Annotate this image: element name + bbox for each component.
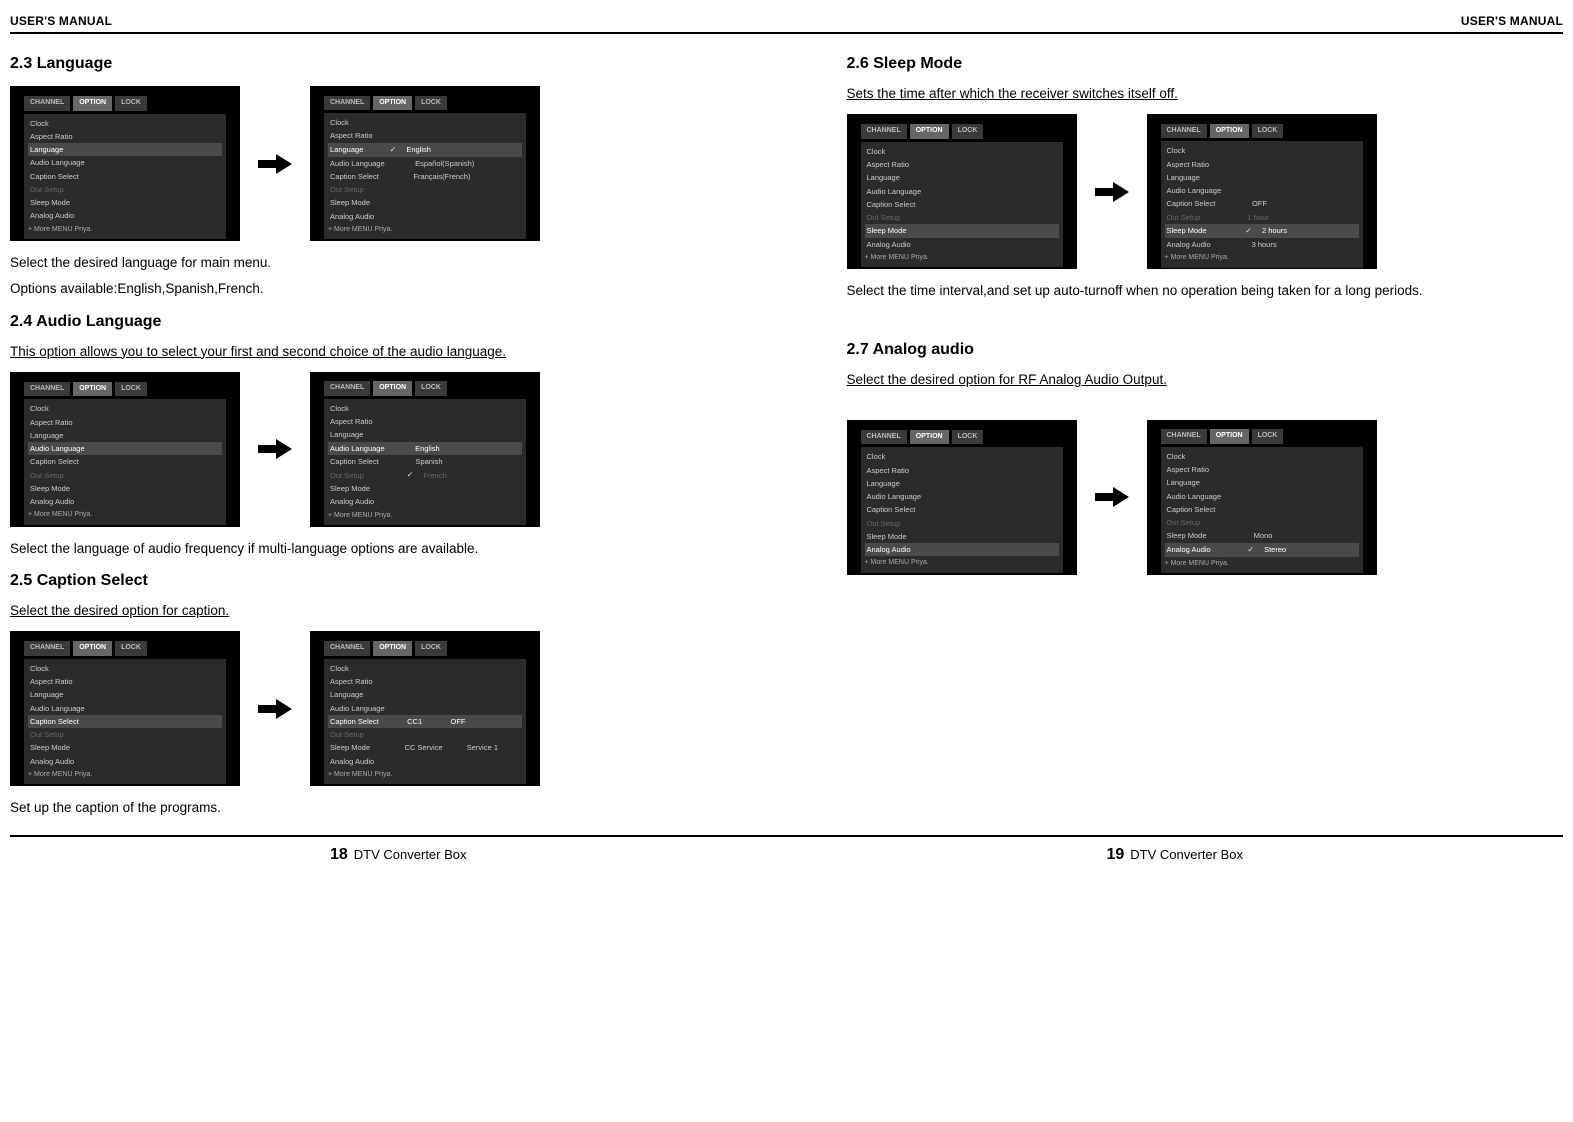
- screenshot-2-4-b: CHANNEL OPTION LOCK Clock Aspect Ratio L…: [310, 372, 540, 527]
- mi-clock: Clock: [28, 117, 222, 130]
- tab-option: OPTION: [73, 96, 112, 111]
- text-2-7-intro: Select the desired option for RF Analog …: [847, 370, 1564, 390]
- check-icon: ✓: [1245, 225, 1252, 237]
- tab-channel: CHANNEL: [24, 96, 70, 111]
- screenshot-2-7-a: CHANNEL OPTION LOCK Clock Aspect Ratio L…: [847, 420, 1077, 575]
- page-header: USER'S MANUAL USER'S MANUAL: [10, 12, 1563, 34]
- text-2-6-p1: Select the time interval,and set up auto…: [847, 281, 1564, 301]
- text-2-6-intro: Sets the time after which the receiver s…: [847, 84, 1564, 104]
- screenshot-2-5-b: CHANNEL OPTION LOCK Clock Aspect Ratio L…: [310, 631, 540, 786]
- mi-aspect: Aspect Ratio: [28, 130, 222, 143]
- page-footer: 18 DTV Converter Box 19 DTV Converter Bo…: [10, 835, 1563, 867]
- arrow-right-icon: [258, 153, 292, 175]
- section-2-6-title: 2.6 Sleep Mode: [847, 52, 1564, 76]
- fig-2-5-row: CHANNEL OPTION LOCK Clock Aspect Ratio L…: [10, 631, 727, 786]
- tab-lock: LOCK: [115, 96, 147, 111]
- arrow-right-icon: [258, 438, 292, 460]
- screenshot-2-3-b: CHANNEL OPTION LOCK Clock Aspect Ratio L…: [310, 86, 540, 241]
- section-2-7-title: 2.7 Analog audio: [847, 338, 1564, 362]
- page-columns: 2.3 Language CHANNEL OPTION LOCK Clock A…: [10, 42, 1563, 825]
- mi-sleep: Sleep Mode: [28, 196, 222, 209]
- header-left: USER'S MANUAL: [10, 12, 112, 30]
- header-right: USER'S MANUAL: [1461, 12, 1563, 30]
- section-2-5-title: 2.5 Caption Select: [10, 569, 727, 593]
- screenshot-2-6-b: CHANNEL OPTION LOCK Clock Aspect Ratio L…: [1147, 114, 1377, 269]
- arrow-right-icon: [258, 698, 292, 720]
- text-2-3-p1: Select the desired language for main men…: [10, 253, 727, 273]
- text-2-5-intro: Select the desired option for caption.: [10, 601, 727, 621]
- fig-2-4-row: CHANNEL OPTION LOCK Clock Aspect Ratio L…: [10, 372, 727, 527]
- section-2-4-title: 2.4 Audio Language: [10, 310, 727, 334]
- screenshot-2-6-a: CHANNEL OPTION LOCK Clock Aspect Ratio L…: [847, 114, 1077, 269]
- fig-2-3-row: CHANNEL OPTION LOCK Clock Aspect Ratio L…: [10, 86, 727, 241]
- arrow-right-icon: [1095, 486, 1129, 508]
- check-icon: ✓: [407, 469, 414, 481]
- section-2-3-title: 2.3 Language: [10, 52, 727, 76]
- fig-2-6-row: CHANNEL OPTION LOCK Clock Aspect Ratio L…: [847, 114, 1564, 269]
- arrow-right-icon: [1095, 181, 1129, 203]
- mi-analog: Analog Audio: [28, 209, 222, 222]
- screenshot-2-3-a: CHANNEL OPTION LOCK Clock Aspect Ratio L…: [10, 86, 240, 241]
- left-column: 2.3 Language CHANNEL OPTION LOCK Clock A…: [10, 42, 727, 825]
- page-number-left: 18 DTV Converter Box: [330, 843, 467, 867]
- text-2-3-p2: Options available:English,Spanish,French…: [10, 279, 727, 299]
- page-number-right: 19 DTV Converter Box: [1107, 843, 1244, 867]
- text-2-4-intro: This option allows you to select your fi…: [10, 342, 727, 362]
- menu-hint: + More MENU Priya.: [28, 225, 222, 236]
- text-2-5-p1: Set up the caption of the programs.: [10, 798, 727, 818]
- mi-language: Language: [28, 143, 222, 156]
- screenshot-2-4-a: CHANNEL OPTION LOCK Clock Aspect Ratio L…: [10, 372, 240, 527]
- text-2-4-p1: Select the language of audio frequency i…: [10, 539, 727, 559]
- mi-audiolang: Audio Language: [28, 156, 222, 169]
- check-icon: ✓: [1247, 544, 1254, 556]
- screenshot-2-7-b: CHANNEL OPTION LOCK Clock Aspect Ratio L…: [1147, 420, 1377, 575]
- fig-2-7-row: CHANNEL OPTION LOCK Clock Aspect Ratio L…: [847, 420, 1564, 575]
- screenshot-2-5-a: CHANNEL OPTION LOCK Clock Aspect Ratio L…: [10, 631, 240, 786]
- mi-outsetup: Out Setup: [28, 183, 222, 196]
- check-icon: ✓: [390, 144, 397, 156]
- mi-caption: Caption Select: [28, 170, 222, 183]
- right-column: 2.6 Sleep Mode Sets the time after which…: [847, 42, 1564, 825]
